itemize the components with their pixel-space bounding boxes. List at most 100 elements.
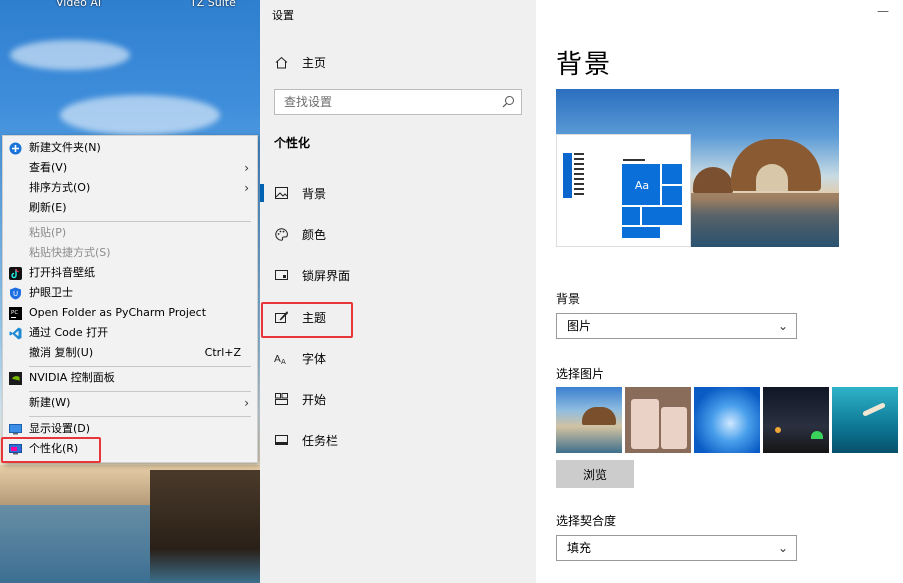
menu-item-label: 新建(W) (29, 396, 71, 409)
menu-item-sort[interactable]: 排序方式(O) › (3, 178, 257, 198)
browse-button[interactable]: 浏览 (556, 460, 634, 488)
chevron-right-icon: › (244, 396, 249, 410)
menu-item-label: 查看(V) (29, 161, 68, 174)
svg-text:A: A (281, 358, 286, 365)
settings-content-pane: — 背景 Aa 背景 图片 ⌄ 选择图片 浏览 选择契合度 填充 ⌄ (536, 0, 903, 583)
menu-item-label: 通过 Code 打开 (29, 326, 109, 339)
night-sky-thumbnail[interactable] (763, 387, 829, 453)
nav-item-label: 开始 (302, 392, 327, 407)
cloud (10, 40, 130, 70)
menu-item-nvidia[interactable]: NVIDIA 控制面板 (3, 368, 257, 388)
menu-item-label: 排序方式(O) (29, 181, 91, 194)
fit-dropdown[interactable]: 填充 ⌄ (556, 535, 797, 561)
shortcut-text: Ctrl+Z (204, 346, 241, 359)
nav-item-label: 锁屏界面 (302, 268, 351, 283)
nav-home-label: 主页 (302, 55, 327, 70)
menu-item-pycharm[interactable]: PC Open Folder as PyCharm Project (3, 303, 257, 323)
windows-logo-thumbnail[interactable] (694, 387, 760, 453)
nav-item-themes[interactable]: 主题 (260, 306, 536, 328)
desktop-context-menu: 新建文件夹(N) 查看(V) › 排序方式(O) › 刷新(E) 粘贴(P) 粘… (2, 135, 258, 463)
menu-item-eye-guard[interactable]: U 护眼卫士 (3, 283, 257, 303)
svg-text:U: U (13, 290, 18, 298)
menu-item-label: 打开抖音壁纸 (29, 266, 95, 279)
menu-item-undo-copy[interactable]: 撤消 复制(U) Ctrl+Z (3, 343, 257, 363)
nav-item-label: 任务栏 (302, 433, 339, 448)
dropdown-value: 图片 (567, 319, 592, 333)
background-type-dropdown[interactable]: 图片 ⌄ (556, 313, 797, 339)
menu-item-label: 粘贴(P) (29, 226, 67, 239)
menu-separator (29, 221, 251, 222)
chevron-down-icon: ⌄ (777, 541, 788, 555)
menu-item-label: 撤消 复制(U) (29, 346, 94, 359)
rock-arch-opening (756, 164, 788, 191)
svg-text:PC: PC (11, 310, 18, 316)
nav-item-colors[interactable]: 颜色 (260, 223, 536, 245)
nav-item-label: 颜色 (302, 227, 327, 242)
desktop-shortcut-label[interactable]: TZ Suite (190, 0, 236, 9)
section-heading: 个性化 (274, 136, 311, 150)
theme-brush-icon (274, 310, 288, 324)
preview-sidebar (563, 153, 585, 202)
menu-separator (29, 366, 251, 367)
svg-text:A: A (274, 354, 281, 365)
search-icon[interactable] (502, 95, 515, 108)
sea-stack (693, 167, 733, 193)
menu-item-new-folder[interactable]: 新建文件夹(N) (3, 138, 257, 158)
nav-home[interactable]: 主页 (274, 52, 326, 72)
menu-item-douyin-wallpaper[interactable]: 打开抖音壁纸 (3, 263, 257, 283)
pycharm-icon: PC (9, 307, 22, 320)
start-icon (274, 392, 288, 406)
nav-item-label: 背景 (302, 186, 327, 201)
search-input[interactable] (275, 90, 493, 114)
menu-item-view[interactable]: 查看(V) › (3, 158, 257, 178)
preview-window-mockup: Aa (556, 134, 691, 247)
nav-item-fonts[interactable]: AA 字体 (260, 347, 536, 369)
menu-item-personalize[interactable]: 个性化(R) (3, 439, 257, 459)
picture-icon (274, 186, 288, 200)
rock-reflection (150, 470, 260, 583)
nav-item-label: 字体 (302, 351, 327, 366)
display-icon (9, 424, 22, 435)
app-window-thumbnail[interactable] (625, 387, 691, 453)
nav-item-taskbar[interactable]: 任务栏 (260, 429, 536, 451)
dropdown-value: 填充 (567, 541, 592, 555)
menu-item-label: 显示设置(D) (29, 422, 91, 435)
menu-item-label: 个性化(R) (29, 442, 79, 455)
minimize-button[interactable]: — (877, 4, 889, 18)
nav-item-lock-screen[interactable]: 锁屏界面 (260, 264, 536, 286)
chevron-right-icon: › (244, 181, 249, 195)
douyin-icon (9, 267, 22, 280)
chevron-down-icon: ⌄ (777, 319, 788, 333)
underwater-thumbnail[interactable] (832, 387, 898, 453)
menu-item-display-settings[interactable]: 显示设置(D) (3, 419, 257, 439)
menu-item-paste-shortcut[interactable]: 粘贴快捷方式(S) (3, 243, 257, 263)
menu-item-paste[interactable]: 粘贴(P) (3, 223, 257, 243)
menu-item-refresh[interactable]: 刷新(E) (3, 198, 257, 218)
preview-text: Aa (634, 179, 650, 192)
menu-item-label: 刷新(E) (29, 201, 67, 214)
home-icon (274, 55, 288, 69)
search-box[interactable] (274, 89, 522, 115)
nav-item-start[interactable]: 开始 (260, 388, 536, 410)
menu-item-label: 粘贴快捷方式(S) (29, 246, 111, 259)
palette-icon (274, 227, 288, 241)
page-title: 背景 (556, 50, 613, 80)
nav-item-label: 主题 (302, 310, 327, 325)
font-icon: AA (274, 351, 288, 365)
personalize-icon (9, 444, 22, 455)
vscode-icon (9, 327, 22, 340)
nvidia-icon (9, 372, 22, 385)
menu-separator (29, 391, 251, 392)
choose-picture-label: 选择图片 (556, 367, 605, 381)
settings-nav-panel: 设置 主页 个性化 背景 颜色 锁屏界面 主题 AA 字体 开始 任务栏 (260, 0, 536, 583)
new-folder-icon (9, 142, 22, 155)
preview-tiles: Aa (621, 163, 685, 239)
menu-item-new[interactable]: 新建(W) › (3, 393, 257, 413)
menu-item-open-with-code[interactable]: 通过 Code 打开 (3, 323, 257, 343)
desktop-shortcut-label[interactable]: Video AI (56, 0, 101, 9)
nav-item-background[interactable]: 背景 (260, 182, 536, 204)
taskbar-icon (274, 433, 288, 447)
beach-arch-thumbnail[interactable] (556, 387, 622, 453)
fit-label: 选择契合度 (556, 514, 617, 528)
cloud (60, 95, 220, 135)
